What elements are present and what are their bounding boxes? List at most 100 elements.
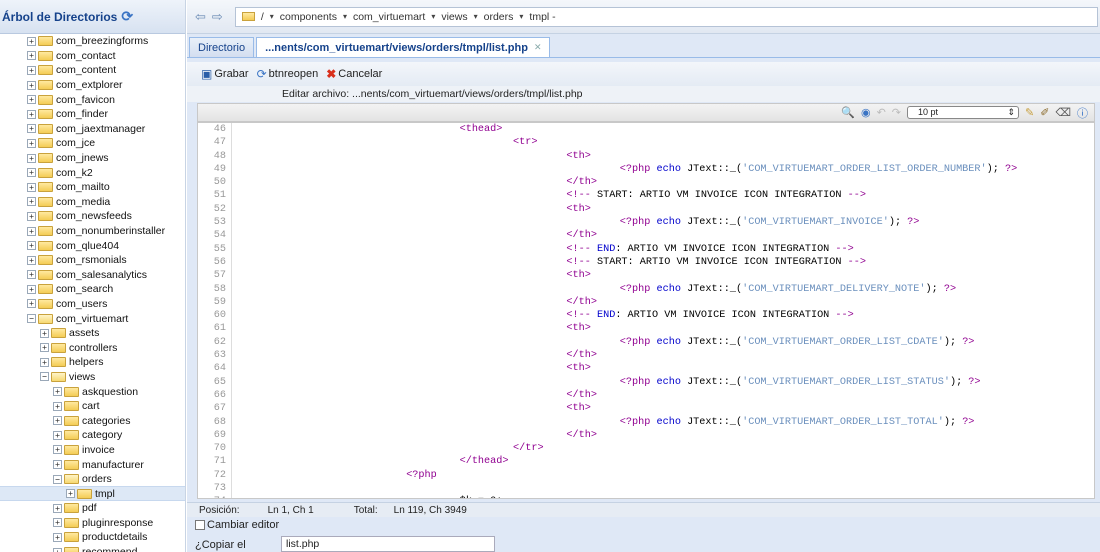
tree-node[interactable]: + com_jce [0, 136, 185, 151]
breadcrumb-segment[interactable]: orders [484, 11, 514, 23]
expand-toggle-icon[interactable]: + [27, 109, 36, 119]
tree-node[interactable]: + com_search [0, 282, 185, 297]
undo-icon[interactable]: ↶ [877, 106, 886, 119]
tree-node[interactable]: + com_nonumberinstaller [0, 224, 185, 239]
expand-toggle-icon[interactable]: + [27, 65, 36, 75]
expand-toggle-icon[interactable]: − [27, 314, 36, 324]
expand-toggle-icon[interactable]: + [27, 95, 36, 105]
expand-toggle-icon[interactable]: + [53, 503, 62, 513]
expand-toggle-icon[interactable]: + [40, 343, 49, 353]
reset-icon[interactable]: ⌫ [1055, 106, 1071, 119]
breadcrumb-segment[interactable]: tmpl - [529, 11, 555, 23]
expand-toggle-icon[interactable]: + [27, 299, 36, 309]
expand-toggle-icon[interactable]: − [53, 474, 62, 484]
expand-toggle-icon[interactable]: + [27, 124, 36, 134]
tree-node[interactable]: − orders [0, 472, 185, 487]
tree-node[interactable]: + com_favicon [0, 92, 185, 107]
highlight-icon[interactable]: ✎ [1025, 106, 1034, 119]
tree-node[interactable]: + assets [0, 326, 185, 341]
replace-icon[interactable]: ◉ [861, 106, 871, 119]
expand-toggle-icon[interactable]: + [40, 357, 49, 367]
expand-toggle-icon[interactable]: − [40, 372, 49, 382]
tree-node[interactable]: − views [0, 370, 185, 385]
redo-icon[interactable]: ↷ [892, 106, 901, 119]
tree-node[interactable]: + com_content [0, 63, 185, 78]
cancel-button[interactable]: ✖ Cancelar [326, 67, 382, 81]
dropdown-arrow-icon[interactable]: ▾ [343, 12, 347, 21]
breadcrumb-segment[interactable]: views [441, 11, 467, 23]
breadcrumb-segment[interactable]: / [261, 11, 264, 23]
tree-node[interactable]: + askquestion [0, 384, 185, 399]
tree-node[interactable]: + com_qlue404 [0, 238, 185, 253]
tab-directory[interactable]: Directorio [189, 37, 255, 57]
expand-toggle-icon[interactable]: + [53, 430, 62, 440]
expand-toggle-icon[interactable]: + [27, 226, 36, 236]
tree-node[interactable]: + category [0, 428, 185, 443]
tree-node[interactable]: + pluginresponse [0, 516, 185, 531]
code-editor[interactable]: 46 <thead> 47 <tr> 48 <th> 49 <?php echo JText:… [197, 122, 1095, 499]
tree-node[interactable]: + com_breezingforms [0, 34, 185, 49]
tree-node[interactable]: + com_users [0, 297, 185, 312]
tree-node[interactable]: + categories [0, 413, 185, 428]
find-icon[interactable]: 🔍 [841, 106, 855, 119]
save-button[interactable]: ▣ Grabar [201, 67, 249, 81]
tree-node[interactable]: + pdf [0, 501, 185, 516]
expand-toggle-icon[interactable]: + [53, 445, 62, 455]
expand-toggle-icon[interactable]: + [27, 36, 36, 46]
dropdown-arrow-icon[interactable]: ▾ [519, 12, 523, 21]
tree-node[interactable]: + cart [0, 399, 185, 414]
tree-node[interactable]: + tmpl [0, 486, 185, 501]
expand-toggle-icon[interactable]: + [27, 182, 36, 192]
expand-toggle-icon[interactable]: + [53, 547, 62, 552]
tab-file[interactable]: ...nents/com_virtuemart/views/orders/tmp… [256, 37, 551, 57]
tree-node[interactable]: + com_salesanalytics [0, 268, 185, 283]
tree-node[interactable]: + com_jaextmanager [0, 122, 185, 137]
copy-filename-input[interactable]: list.php [281, 536, 495, 552]
change-editor-checkbox[interactable]: Cambiar editor [195, 519, 279, 531]
expand-toggle-icon[interactable]: + [27, 168, 36, 178]
tree-node[interactable]: + productdetails [0, 530, 185, 545]
expand-toggle-icon[interactable]: + [53, 532, 62, 542]
expand-toggle-icon[interactable]: + [27, 255, 36, 265]
expand-toggle-icon[interactable]: + [27, 284, 36, 294]
tree-node[interactable]: + com_media [0, 195, 185, 210]
expand-toggle-icon[interactable]: + [66, 489, 75, 499]
expand-toggle-icon[interactable]: + [53, 518, 62, 528]
font-size-select[interactable]: 10 pt ⇕ [907, 106, 1019, 119]
tree-node[interactable]: + com_contact [0, 49, 185, 64]
expand-toggle-icon[interactable]: + [40, 328, 49, 338]
expand-toggle-icon[interactable]: + [27, 153, 36, 163]
dropdown-arrow-icon[interactable]: ▾ [431, 12, 435, 21]
forward-arrow-icon[interactable]: ⇨ [212, 9, 223, 25]
tree-node[interactable]: + manufacturer [0, 457, 185, 472]
breadcrumb-segment[interactable]: com_virtuemart [353, 11, 425, 23]
dropdown-arrow-icon[interactable]: ▾ [474, 12, 478, 21]
back-arrow-icon[interactable]: ⇦ [195, 9, 206, 25]
dropdown-arrow-icon[interactable]: ▾ [270, 12, 274, 21]
expand-toggle-icon[interactable]: + [27, 138, 36, 148]
tree-node[interactable]: + recommend [0, 545, 185, 552]
expand-toggle-icon[interactable]: + [27, 270, 36, 280]
tree-node[interactable]: − com_virtuemart [0, 311, 185, 326]
wrap-icon[interactable]: ✐ [1040, 106, 1049, 119]
close-tab-icon[interactable]: ✕ [534, 42, 542, 53]
expand-toggle-icon[interactable]: + [27, 211, 36, 221]
expand-toggle-icon[interactable]: + [53, 416, 62, 426]
checkbox-box[interactable] [195, 520, 205, 530]
tree-node[interactable]: + com_k2 [0, 165, 185, 180]
expand-toggle-icon[interactable]: + [53, 401, 62, 411]
tree-node[interactable]: + com_newsfeeds [0, 209, 185, 224]
tree-node[interactable]: + com_extplorer [0, 78, 185, 93]
tree-node[interactable]: + com_finder [0, 107, 185, 122]
expand-toggle-icon[interactable]: + [27, 197, 36, 207]
tree-node[interactable]: + invoice [0, 443, 185, 458]
tree-node[interactable]: + com_rsmonials [0, 253, 185, 268]
tree-node[interactable]: + helpers [0, 355, 185, 370]
expand-toggle-icon[interactable]: + [53, 460, 62, 470]
breadcrumb-segment[interactable]: components [280, 11, 337, 23]
expand-toggle-icon[interactable]: + [53, 387, 62, 397]
expand-toggle-icon[interactable]: + [27, 241, 36, 251]
tree-node[interactable]: + com_mailto [0, 180, 185, 195]
help-icon[interactable]: ⓘ [1077, 105, 1088, 121]
expand-toggle-icon[interactable]: + [27, 80, 36, 90]
